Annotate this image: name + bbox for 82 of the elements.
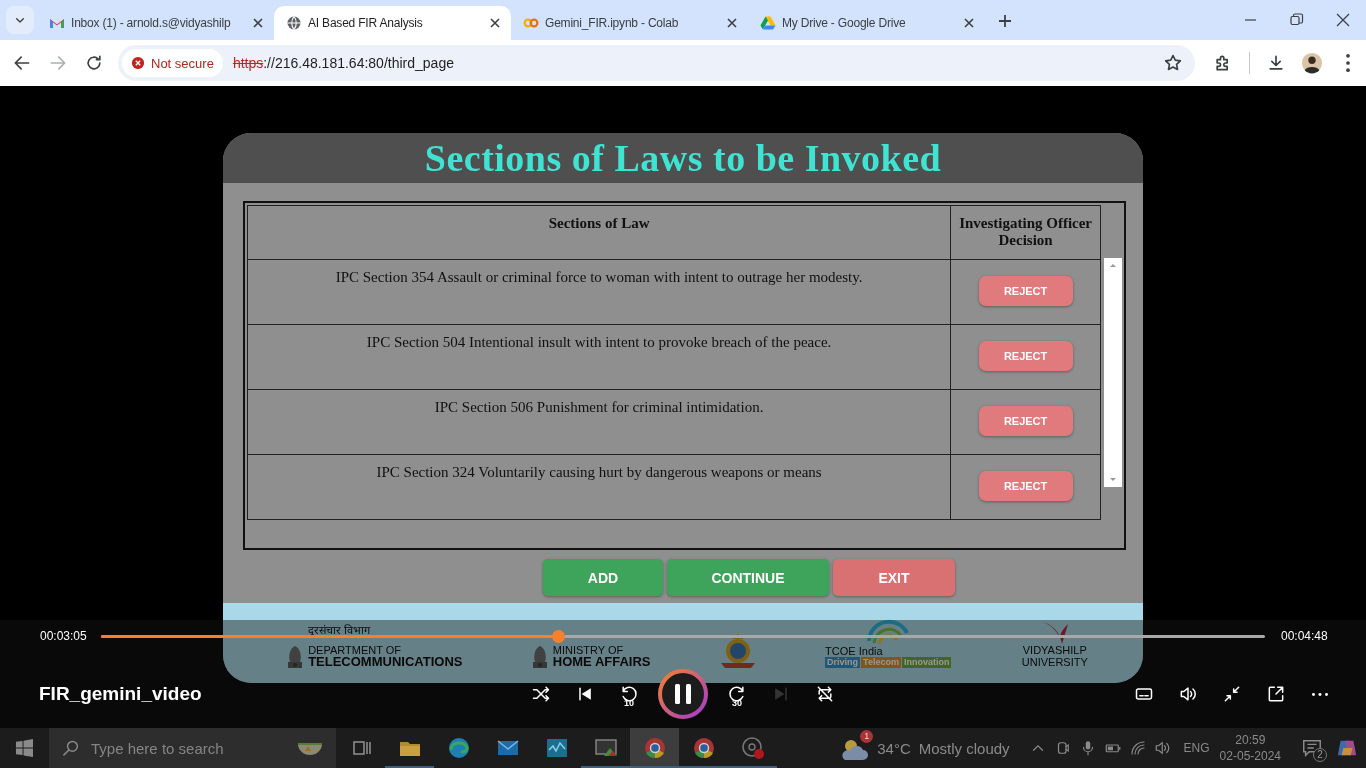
column-header: Investigating Officer Decision [950,205,1101,260]
table-cell: IPC Section 354 Assault or criminal force to woman with intent to outrage her modesty. [247,259,951,325]
pause-button[interactable] [657,668,709,720]
wifi-icon [1128,739,1147,757]
logo-text: TELECOMMUNICATIONS [308,656,463,668]
browser-tab[interactable]: My Drive - Google Drive [748,6,985,40]
chart-icon [544,736,569,760]
download-icon [1266,53,1286,73]
logo-text: TCOE India [825,645,884,657]
browser-icon [691,736,716,760]
notification-badge: 1 [860,730,874,743]
address-bar[interactable]: Not secure https://216.48.181.64:80/third_page [118,45,1195,81]
up-arrow-icon [1109,262,1117,268]
tab-title: My Drive - Google Drive [782,16,907,30]
elapsed-time: 00:03:05 [40,629,85,643]
exit-button[interactable]: EXIT [833,559,955,596]
logo-tag: Telecom [861,657,901,668]
weather-condition: Mostly cloudy [918,739,1010,757]
browser-tab[interactable]: Gemini_FIR.ipynb - Colab [511,6,748,40]
table-cell: IPC Section 506 Punishment for criminal intimidation. [247,389,951,455]
video-title: FIR_gemini_video [38,683,203,705]
chat-icon [1301,737,1323,759]
logo-text: VIDYASHILP [1022,644,1087,656]
arcs-icon [867,619,910,645]
tab-title: Inbox (1) - arnold.s@vidyashilp [71,16,232,30]
url-text: ://216.48.181.64:80/third_page [263,55,454,71]
notification-count: 2 [1313,748,1327,762]
search-bar[interactable]: Type here to search [49,728,336,768]
mini-player-icon [1266,684,1286,704]
column-header: Sections of Law [247,205,951,260]
collapse-icon [1222,684,1242,704]
tab-title: AI Based FIR Analysis [308,16,424,30]
language-indicator[interactable]: ENG [1183,741,1210,755]
star-icon [1163,53,1183,73]
avatar-icon [1301,52,1323,74]
logo-text: DEPARTMENT OF [308,644,403,656]
browser-tab[interactable]: Inbox (1) - arnold.s@vidyashilp [37,6,274,40]
emblem-icon [532,646,547,668]
close-icon [1336,13,1350,27]
recorder-icon [740,736,765,760]
pause-icon [657,668,709,720]
browser-icon [642,736,667,760]
repeat-icon [815,684,835,704]
notifications-button[interactable]: 2 [1295,730,1329,766]
temperature: 34°C [877,739,911,757]
search-field[interactable]: Type here to search [89,738,286,758]
rewind-icon [619,684,639,704]
warning-icon [131,56,145,70]
globe-icon [286,15,302,31]
logo-text: दूरसंचार विभाग [308,624,372,636]
menu-icon [1346,54,1350,72]
browser-tab[interactable]: AI Based FIR Analysis [274,6,511,40]
security-chip[interactable]: Not secure [122,49,223,77]
restore-icon [1290,13,1304,27]
windows-icon [15,739,33,757]
table-cell: IPC Section 504 Intentional insult with intent to provoke breach of the peace. [247,324,951,390]
back-icon [12,53,32,73]
logo-tag: Innovation [901,657,952,668]
taskbar-app-button[interactable] [630,728,679,768]
forward-icon [48,53,68,73]
triangle-icon [760,15,776,31]
page-title: Sections of Laws to be Invoked [424,136,942,180]
down-arrow-icon [1109,477,1117,483]
table-cell: IPC Section 324 Voluntarily causing hurt by dangerous weapons or means [247,454,951,520]
clock-time: 20:59 [1235,732,1266,748]
scrollbar[interactable] [1104,258,1122,487]
shuffle-icon [531,684,551,704]
speaker-icon [1153,739,1172,757]
search-icon [61,739,79,757]
total-time: 00:04:48 [1281,629,1326,643]
emblem-icon [288,646,303,668]
browser-icon [446,736,471,760]
logo-text: MINISTRY OF [552,644,625,656]
plus-icon [997,13,1011,27]
more-icon [1312,692,1328,696]
logo-text: UNIVERSITY [1021,656,1088,668]
logo-tag: Driving [825,657,861,668]
reload-icon [84,53,104,73]
url-scheme: https [232,55,264,71]
logo-text: HOME AFFAIRS [552,656,651,668]
tab-title: Gemini_FIR.ipynb - Colab [545,16,680,30]
clock-date: 02-05-2024 [1219,748,1281,764]
